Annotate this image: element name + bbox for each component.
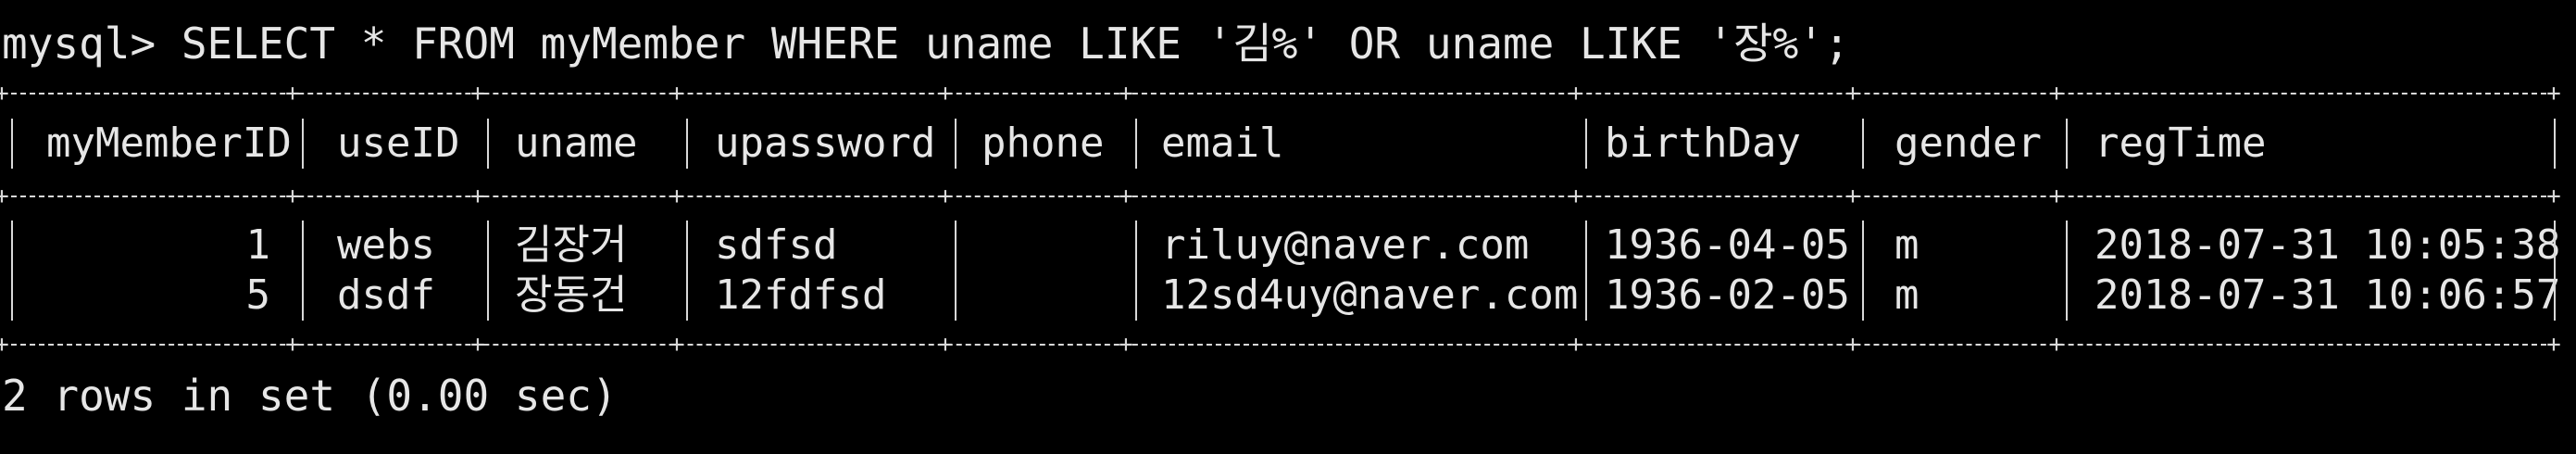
cell-regtime: 2018-07-31 10:06:57 (2095, 271, 2561, 319)
mysql-console-window[interactable]: mysql> SELECT * FROM myMember WHERE unam… (0, 0, 2576, 454)
cell-regtime: 2018-07-31 10:05:38 (2095, 221, 2561, 269)
cell-gender: m (1894, 221, 1919, 269)
cell-birthday: 1936-04-05 (1605, 221, 1850, 269)
cell-birthday: 1936-02-05 (1605, 271, 1850, 319)
table-row: 1 webs 김장거 sdfsd riluy@naver.com 1936-04… (0, 221, 2576, 271)
header-uname: uname (515, 120, 638, 167)
cell-upassword: 12fdfsd (715, 271, 887, 319)
cell-uname: 김장거 (515, 221, 628, 269)
cell-email: 12sd4uy@naver.com (1161, 271, 1579, 319)
table-row: 5 dsdf 장동건 12fdfsd 12sd4uy@naver.com 193… (0, 271, 2576, 321)
cell-useid: webs (337, 221, 435, 269)
header-upassword: upassword (715, 120, 936, 167)
header-mymemberid: myMemberID (46, 120, 292, 167)
sql-command-line: mysql> SELECT * FROM myMember WHERE unam… (2, 19, 1850, 69)
cell-mymemberid: 5 (245, 271, 271, 319)
cell-email: riluy@naver.com (1161, 221, 1530, 269)
result-summary: 2 rows in set (0.00 sec) (2, 371, 618, 421)
header-useid: useID (337, 120, 460, 167)
header-phone: phone (982, 120, 1105, 167)
cell-mymemberid: 1 (245, 221, 271, 269)
table-top-border: + + + + + + + + + + (0, 80, 2561, 107)
cell-uname: 장동건 (515, 271, 628, 319)
table-header-separator: + + + + + + + + + + (0, 183, 2561, 210)
header-email: email (1161, 120, 1284, 167)
table-header-row: myMemberID useID uname upassword phone e… (0, 119, 2576, 169)
cell-upassword: sdfsd (715, 221, 838, 269)
table-bottom-border: + + + + + + + + + + (0, 331, 2561, 359)
cell-gender: m (1894, 271, 1919, 319)
header-regtime: regTime (2095, 120, 2267, 167)
cell-useid: dsdf (337, 271, 435, 319)
header-birthday: birthDay (1605, 120, 1801, 167)
header-gender: gender (1894, 120, 2042, 167)
